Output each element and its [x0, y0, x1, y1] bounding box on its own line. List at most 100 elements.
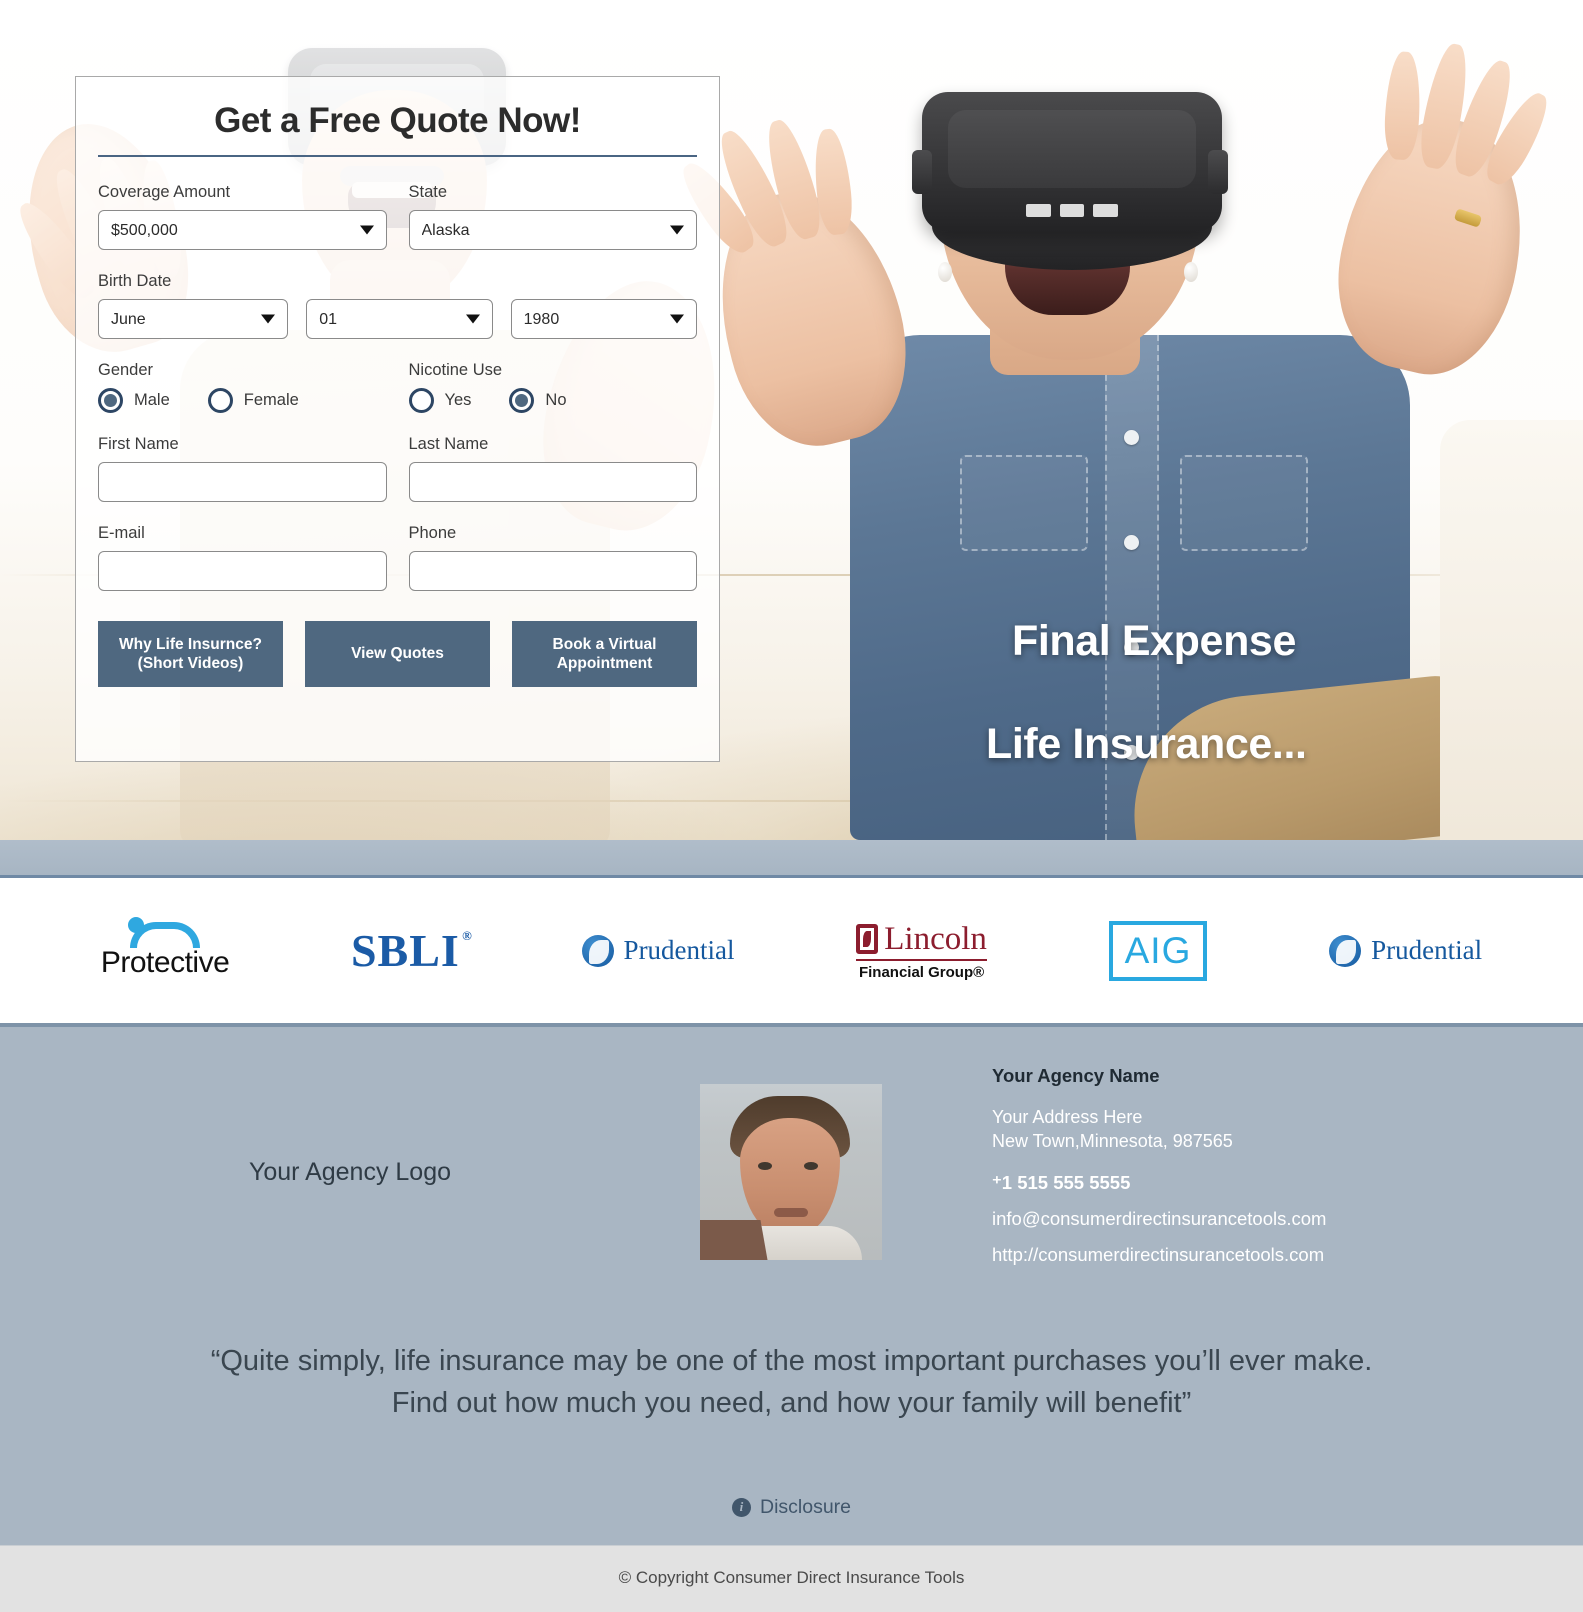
agency-name: Your Agency Name — [992, 1065, 1160, 1086]
first-name-input[interactable] — [98, 462, 387, 502]
prudential-rock-icon — [581, 934, 614, 967]
info-icon: i — [731, 1497, 751, 1517]
radio-no-icon[interactable] — [509, 388, 535, 413]
state-group: State Alaska — [408, 183, 697, 250]
sbli-registered-mark: ® — [462, 928, 473, 943]
earring — [938, 262, 952, 282]
agency-address-line2: New Town,Minnesota, 987565 — [992, 1131, 1233, 1152]
sbli-wordmark: SBLI — [350, 925, 460, 976]
face — [740, 1118, 840, 1237]
lincoln-wordmark: Lincoln — [884, 920, 987, 957]
lincoln-glyph-icon — [856, 924, 879, 954]
disclosure-label: Disclosure — [759, 1495, 852, 1518]
agency-address: Your Address Here New Town,Minnesota, 98… — [992, 1105, 1326, 1154]
gender-label: Gender — [98, 361, 154, 379]
sofa-cushion — [1440, 420, 1583, 840]
agency-contact-info: Your Agency Name Your Address Here New T… — [992, 1065, 1326, 1280]
shirt-pocket — [960, 455, 1088, 551]
email-label: E-mail — [98, 524, 145, 542]
radio-female-icon[interactable] — [207, 388, 233, 413]
carrier-logo-aig[interactable]: AIG — [1108, 916, 1208, 986]
lincoln-underline — [856, 958, 987, 961]
email-input[interactable] — [98, 551, 387, 591]
coverage-amount-label: Coverage Amount — [98, 183, 231, 201]
nicotine-option-yes[interactable]: Yes — [408, 388, 472, 413]
landing-page: Final Expense Life Insurance... Get a Fr… — [0, 0, 1583, 1612]
carrier-logo-prudential-2[interactable]: Prudential — [1329, 916, 1482, 986]
avatar — [700, 1084, 882, 1261]
view-quotes-button[interactable]: View Quotes — [305, 621, 490, 687]
carrier-logo-sbli[interactable]: SBLI ® — [350, 916, 472, 986]
email-group: E-mail — [98, 524, 387, 591]
first-name-group: First Name — [98, 435, 387, 502]
coverage-amount-group: Coverage Amount $500,000 — [98, 183, 387, 250]
carrier-logo-lincoln[interactable]: Lincoln Financial Group® — [856, 916, 987, 986]
page-title: Get a Free Quote Now! — [214, 101, 581, 140]
prudential-wordmark: Prudential — [623, 935, 735, 965]
last-name-input[interactable] — [408, 462, 697, 502]
birth-day-select[interactable]: 01 — [306, 299, 493, 339]
gender-female-label: Female — [243, 391, 299, 409]
hero-section: Final Expense Life Insurance... Get a Fr… — [0, 0, 1583, 840]
nicotine-label: Nicotine Use — [408, 361, 503, 379]
copyright-bar: © Copyright Consumer Direct Insurance To… — [0, 1544, 1583, 1612]
book-virtual-appointment-button[interactable]: Book a Virtual Appointment — [512, 621, 697, 687]
gender-group: Gender Male Female — [98, 361, 387, 413]
agency-website-link[interactable]: http://consumerdirectinsurancetools.com — [992, 1244, 1326, 1266]
vr-headset-side — [1208, 150, 1228, 194]
carrier-logo-prudential-1[interactable]: Prudential — [581, 916, 735, 986]
why-life-insurance-button[interactable]: Why Life Insurnce? (Short Videos) — [98, 621, 283, 687]
agency-logo-text: Your Agency Logo — [248, 1157, 452, 1186]
radio-yes-icon[interactable] — [408, 388, 434, 413]
why-button-line2: (Short Videos) — [137, 655, 244, 672]
book-button-line1: Book a Virtual — [552, 635, 657, 653]
protective-wordmark: Protective — [100, 945, 230, 979]
birth-year-select[interactable]: 1980 — [510, 299, 697, 339]
agency-email-link[interactable]: info@consumerdirectinsurancetools.com — [992, 1208, 1326, 1230]
gender-option-female[interactable]: Female — [207, 388, 299, 413]
quote-line1: “Quite simply, life insurance may be one… — [210, 1344, 1286, 1377]
carrier-logos-bar: Protective SBLI ® Prudential Lincoln Fina… — [0, 878, 1583, 1023]
shirt-pocket — [1180, 455, 1308, 551]
hero-headline: Final Expense Life Insurance... — [986, 620, 1432, 766]
phone-label: Phone — [408, 524, 457, 542]
book-button-line2: Appointment — [556, 655, 653, 672]
birth-date-group: Birth Date June 01 1980 — [98, 272, 697, 339]
hero-headline-line2: Life Insurance... — [986, 720, 1307, 768]
lincoln-subtitle: Financial Group® — [858, 963, 985, 981]
shirt-button — [1124, 535, 1139, 550]
state-select[interactable]: Alaska — [408, 210, 697, 250]
footer: Your Agency Logo Your Agency Name Your A… — [0, 1023, 1583, 1545]
agency-logo-placeholder[interactable]: Your Agency Logo — [0, 1158, 700, 1187]
last-name-label: Last Name — [408, 435, 489, 453]
section-divider-band — [0, 840, 1583, 878]
last-name-group: Last Name — [408, 435, 697, 502]
agency-phone[interactable]: ⁺1 515 555 5555 — [992, 1172, 1326, 1194]
nicotine-option-no[interactable]: No — [509, 388, 567, 413]
birth-month-select[interactable]: June — [98, 299, 289, 339]
mouth — [774, 1208, 808, 1218]
vr-strap-right — [1026, 204, 1119, 217]
coverage-amount-select[interactable]: $500,000 — [98, 210, 387, 250]
birth-date-label: Birth Date — [98, 272, 172, 290]
shirt-button — [1124, 430, 1139, 445]
gender-male-label: Male — [134, 391, 170, 409]
carrier-logo-protective[interactable]: Protective — [100, 916, 230, 986]
jacket — [700, 1220, 768, 1261]
disclosure-link[interactable]: i Disclosure — [731, 1495, 852, 1519]
nicotine-group: Nicotine Use Yes No — [408, 361, 698, 413]
testimonial-quote: “Quite simply, life insurance may be one… — [187, 1340, 1397, 1424]
radio-male-icon[interactable] — [98, 388, 123, 413]
aig-wordmark: AIG — [1124, 929, 1192, 971]
quote-form[interactable]: Get a Free Quote Now! Coverage Amount $5… — [75, 76, 720, 762]
nicotine-yes-label: Yes — [444, 391, 472, 409]
gender-option-male[interactable]: Male — [98, 388, 170, 413]
disclosure-row: i Disclosure — [0, 1496, 1583, 1519]
state-label: State — [408, 183, 448, 201]
view-quotes-label: View Quotes — [351, 645, 444, 663]
copyright-text: © Copyright Consumer Direct Insurance To… — [618, 1567, 965, 1587]
why-button-line1: Why Life Insurnce? — [119, 635, 262, 653]
agency-address-line1: Your Address Here — [992, 1107, 1143, 1127]
phone-input[interactable] — [408, 551, 697, 591]
protective-arc-icon — [130, 921, 201, 948]
